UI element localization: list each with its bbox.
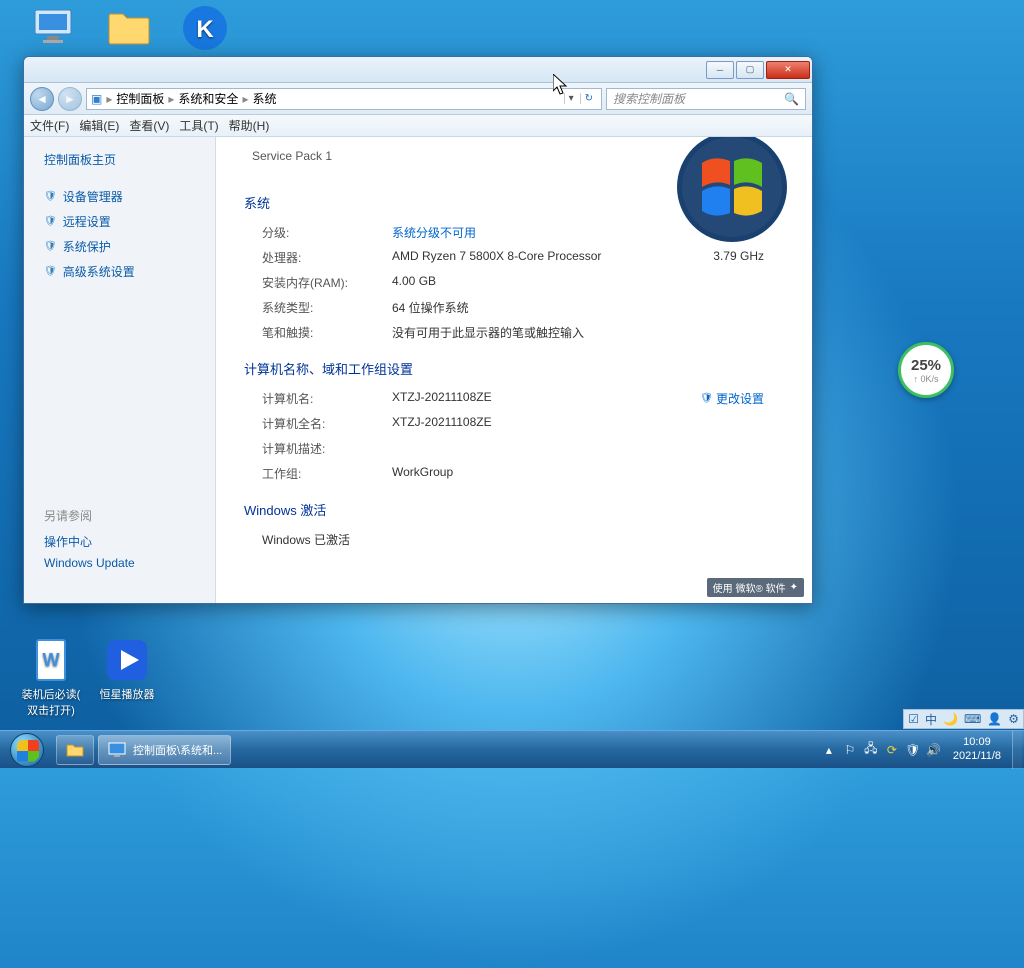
system-tray: ▴ ⚐ 🖧 ⟳ 🛡 🔊 10:09 2021/11/8 [819,731,1024,768]
address-bar: ◄ ► ▣ ▸ 控制面板 ▸ 系统和安全 ▸ 系统 ▾ ↻ 搜索控制面板 🔍 [24,83,812,115]
menu-file[interactable]: 文件(F) [30,117,69,134]
search-icon: 🔍 [784,92,799,106]
start-button[interactable] [0,731,54,769]
maximize-button[interactable]: ▢ [736,61,764,79]
tray-sync-icon[interactable]: ⟳ [884,742,900,758]
tray-show-hidden-icon[interactable]: ▴ [821,742,837,758]
breadcrumb-seg[interactable]: 系统 [252,90,276,107]
back-button[interactable]: ◄ [30,87,54,111]
genuine-badge: 使用 微软® 软件✦ [707,578,804,597]
section-activation: Windows 激活 [244,500,784,519]
menu-help[interactable]: 帮助(H) [229,117,270,134]
taskbar-task-control-panel[interactable]: 控制面板\系统和... [98,735,231,765]
document-icon: W [27,636,75,684]
svg-text:K: K [196,16,214,43]
search-placeholder: 搜索控制面板 [613,90,685,107]
content-pane: Service Pack 1 系统 分级: 系统分级不可用 处理器: AMD R… [216,137,812,603]
tray-clock[interactable]: 10:09 2021/11/8 [947,736,1007,762]
taskbar: 控制面板\系统和... ▴ ⚐ 🖧 ⟳ 🛡 🔊 10:09 2021/11/8 [0,730,1024,768]
monitor-icon [29,4,77,52]
breadcrumb-seg[interactable]: 系统和安全 [178,90,238,107]
monitor-icon [107,740,127,760]
rating-link[interactable]: 系统分级不可用 [392,224,476,241]
breadcrumb-seg[interactable]: 控制面板 [116,90,164,107]
titlebar[interactable]: ─ ▢ ✕ [24,57,812,83]
ime-checkbox-icon[interactable]: ☑ [908,712,919,726]
minimize-button[interactable]: ─ [706,61,734,79]
sidebar: 控制面板主页 设备管理器 远程设置 系统保护 高级系统设置 另请参阅 操作中心 … [24,137,216,603]
windows-logo-icon [672,137,792,247]
row-computer-name: 计算机名: XTZJ-20211108ZE 更改设置 [244,386,784,411]
menu-bar: 文件(F) 编辑(E) 查看(V) 工具(T) 帮助(H) [24,115,812,137]
desktop-icon-computer[interactable] [18,4,88,54]
desktop-icon-player[interactable]: 恒星播放器 [92,636,162,702]
breadcrumb[interactable]: ▣ ▸ 控制面板 ▸ 系统和安全 ▸ 系统 ▾ ↻ [86,88,602,110]
folder-icon [65,740,85,760]
sidebar-seealso: 另请参阅 操作中心 Windows Update [44,507,135,573]
menu-view[interactable]: 查看(V) [129,117,169,134]
ime-moon-icon[interactable]: 🌙 [943,712,958,726]
network-speed-widget[interactable]: 25% ↑ 0K/s [898,342,954,398]
row-workgroup: 工作组: WorkGroup [244,461,784,486]
tray-flag-icon[interactable]: ⚐ [842,742,858,758]
refresh-icon[interactable]: ↻ [580,93,597,104]
search-input[interactable]: 搜索控制面板 🔍 [606,88,806,110]
row-processor: 处理器: AMD Ryzen 7 5800X 8-Core Processor … [244,245,784,270]
sidebar-task-device-manager[interactable]: 设备管理器 [44,184,195,209]
ime-settings-icon[interactable]: ⚙ [1008,712,1019,726]
forward-button[interactable]: ► [58,87,82,111]
desktop-icon-label: 装机后必读( 双击打开) [22,689,81,717]
k-app-icon: K [181,4,229,52]
ime-person-icon[interactable]: 👤 [987,712,1002,726]
taskbar-task-label: 控制面板\系统和... [133,742,222,758]
show-desktop-button[interactable] [1012,731,1022,769]
windows-orb-icon [10,733,44,767]
ime-language[interactable]: 中 [925,711,937,728]
desktop-icon-k-app[interactable]: K [170,4,240,54]
row-activated: Windows 已激活 [244,527,784,552]
row-full-name: 计算机全名: XTZJ-20211108ZE [244,411,784,436]
folder-icon [105,4,153,52]
tray-network-icon[interactable]: 🖧 [863,742,879,758]
sidebar-task-advanced[interactable]: 高级系统设置 [44,259,195,284]
seealso-action-center[interactable]: 操作中心 [44,530,135,553]
control-panel-icon: ▣ [91,92,102,106]
clock-date: 2021/11/8 [953,750,1001,763]
seealso-windows-update[interactable]: Windows Update [44,553,135,573]
control-panel-window: ─ ▢ ✕ ◄ ► ▣ ▸ 控制面板 ▸ 系统和安全 ▸ 系统 ▾ ↻ 搜索控制… [23,56,813,604]
svg-text:W: W [43,650,60,670]
desktop-icon-label: 恒星播放器 [100,689,155,701]
row-system-type: 系统类型: 64 位操作系统 [244,295,784,320]
close-button[interactable]: ✕ [766,61,810,79]
desktop-icon-folder[interactable] [94,4,164,54]
seealso-header: 另请参阅 [44,507,135,524]
row-ram: 安装内存(RAM): 4.00 GB [244,270,784,295]
tray-volume-icon[interactable]: 🔊 [926,742,942,758]
row-pen-touch: 笔和触摸: 没有可用于此显示器的笔或触控输入 [244,320,784,345]
row-description: 计算机描述: [244,436,784,461]
language-bar[interactable]: ☑ 中 🌙 ⌨ 👤 ⚙ [903,709,1024,729]
widget-percent: 25% [911,357,941,374]
tray-shield-icon[interactable]: 🛡 [905,742,921,758]
widget-speed: ↑ 0K/s [913,374,938,384]
menu-tools[interactable]: 工具(T) [179,117,218,134]
taskbar-pinned-explorer[interactable] [56,735,94,765]
desktop-icon-readme[interactable]: W 装机后必读( 双击打开) [12,636,90,718]
ime-keyboard-icon[interactable]: ⌨ [964,712,981,726]
menu-edit[interactable]: 编辑(E) [79,117,119,134]
section-computer-name: 计算机名称、域和工作组设置 [244,359,784,378]
play-icon [103,636,151,684]
clock-time: 10:09 [953,736,1001,749]
sidebar-task-remote[interactable]: 远程设置 [44,209,195,234]
sidebar-task-protection[interactable]: 系统保护 [44,234,195,259]
sidebar-home-link[interactable]: 控制面板主页 [44,151,195,168]
dropdown-icon[interactable]: ▾ [564,93,578,104]
change-settings-link[interactable]: 更改设置 [700,390,764,407]
